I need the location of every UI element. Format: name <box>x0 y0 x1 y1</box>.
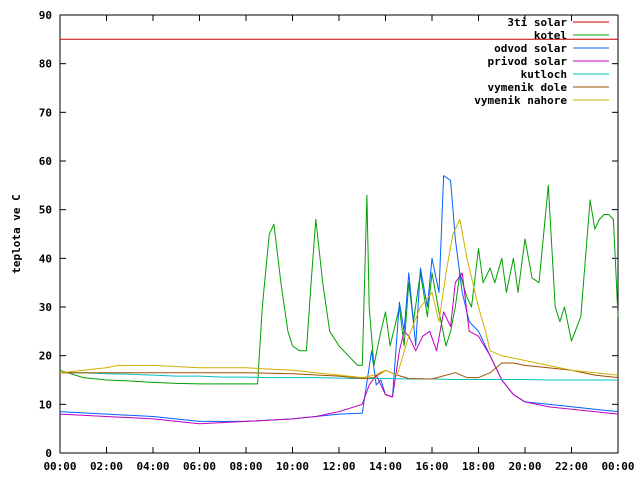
x-tick-label: 04:00 <box>136 460 169 473</box>
series-line-privod-solar <box>59 272 619 425</box>
x-tick-label: 20:00 <box>508 460 541 473</box>
x-tick-label: 16:00 <box>415 460 448 473</box>
legend-label: kotel <box>534 29 567 42</box>
y-tick-label: 60 <box>39 155 52 168</box>
y-tick-label: 90 <box>39 9 52 22</box>
legend-label: 3ti solar <box>507 16 567 29</box>
legend-label: kutloch <box>521 68 567 81</box>
x-tick-label: 00:00 <box>601 460 634 473</box>
x-tick-label: 02:00 <box>90 460 123 473</box>
y-tick-label: 40 <box>39 252 52 265</box>
y-tick-label: 0 <box>45 447 52 460</box>
x-tick-label: 12:00 <box>322 460 355 473</box>
legend-label: vymenik nahore <box>474 94 567 107</box>
x-tick-label: 22:00 <box>555 460 588 473</box>
y-tick-label: 10 <box>39 398 52 411</box>
x-tick-label: 00:00 <box>43 460 76 473</box>
legend-label: odvod solar <box>494 42 567 55</box>
y-tick-label: 30 <box>39 301 52 314</box>
legend-label: privod solar <box>488 55 568 68</box>
y-axis-title: teplota ve C <box>10 194 23 273</box>
x-tick-label: 10:00 <box>276 460 309 473</box>
x-tick-label: 18:00 <box>462 460 495 473</box>
series-line-kotel <box>59 184 619 385</box>
x-tick-label: 14:00 <box>369 460 402 473</box>
legend: 3ti solarkotelodvod solarprivod solarkut… <box>474 16 609 107</box>
y-tick-label: 50 <box>39 204 52 217</box>
series-line-odvod-solar <box>59 175 619 422</box>
x-tick-label: 08:00 <box>229 460 262 473</box>
y-tick-label: 70 <box>39 106 52 119</box>
legend-label: vymenik dole <box>488 81 568 94</box>
series-line-vymenik-nahore <box>59 218 619 379</box>
y-tick-label: 80 <box>39 58 52 71</box>
line-chart: 0 10 20 30 40 50 60 70 80 90 00:00 02:00 04:00 06:00 0… <box>10 9 635 473</box>
x-tick-label: 06:00 <box>183 460 216 473</box>
y-tick-label: 20 <box>39 350 52 363</box>
